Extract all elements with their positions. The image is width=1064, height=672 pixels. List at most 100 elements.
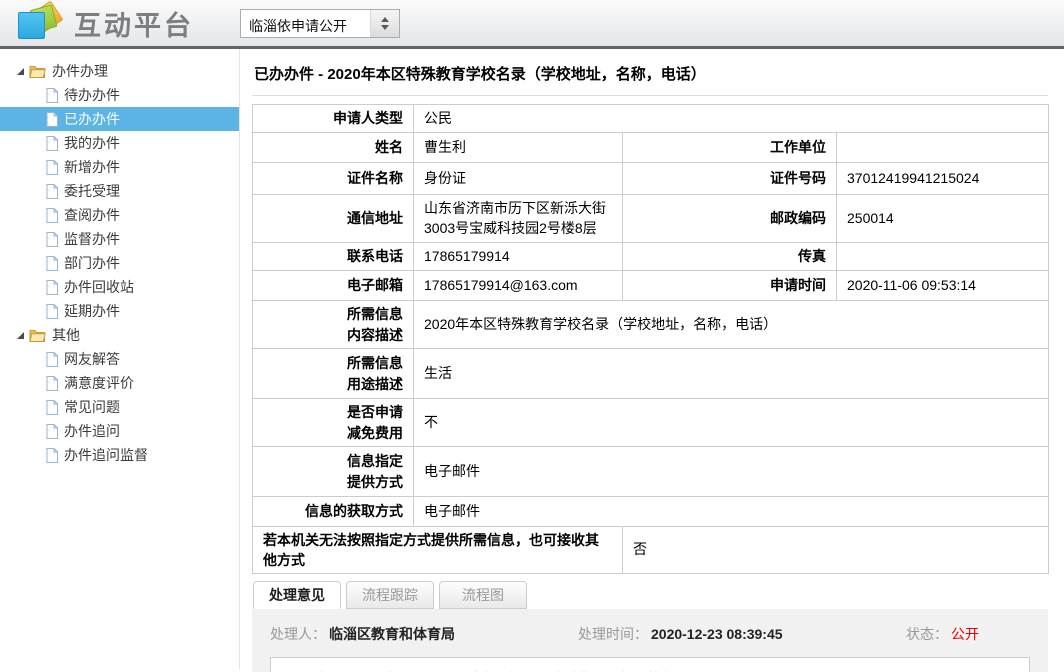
field-value: 身份证 [414,163,623,195]
field-value: 17865179914@163.com [414,271,623,301]
field-value: 否 [623,527,1049,574]
sidebar-folder-label: 办件办理 [52,61,108,81]
sidebar-item-label: 办件回收站 [64,277,134,297]
handling-meta-row: 处理人：临淄区教育和体育局 处理时间：2020-12-23 08:39:45 状… [270,624,1030,644]
sidebar-item-yanqi[interactable]: 延期办件 [0,299,239,323]
handler-group: 处理人：临淄区教育和体育局 [270,624,578,644]
sidebar-item-label: 部门办件 [64,253,120,273]
tab-handling-opinion[interactable]: 处理意见 [253,581,341,609]
field-label: 电子邮箱 [253,271,414,301]
status-group: 状态：公开 [906,624,1030,644]
request-detail-table: 申请人类型 公民 姓名 曹生利 工作单位 证件名称 身份证 证件号码 37012… [252,104,1049,574]
sidebar-item-wangyou[interactable]: 网友解答 [0,347,239,371]
field-value: 2020年本区特殊教育学校名录（学校地址，名称，电话） [414,301,1049,349]
sidebar-item-daiban[interactable]: 待办办件 [0,83,239,107]
sidebar-folder-label: 其他 [52,325,80,345]
field-value: 电子邮件 [414,447,1049,497]
sidebar-item-xinzeng[interactable]: 新增办件 [0,155,239,179]
field-label: 通信地址 [253,195,414,243]
field-label: 所需信息 内容描述 [253,301,414,349]
field-value: 37012419941215024 [837,163,1049,195]
sidebar-item-manyidu[interactable]: 满意度评价 [0,371,239,395]
sidebar-item-weituo[interactable]: 委托受理 [0,179,239,203]
sidebar-item-changjian[interactable]: 常见问题 [0,395,239,419]
channel-select-value: 临淄依申请公开 [241,10,370,37]
arrow-down-icon [381,25,389,30]
tab-flowchart[interactable]: 流程图 [439,581,527,609]
select-arrows-icon[interactable] [370,10,399,37]
handle-time-value: 2020-12-23 08:39:45 [651,626,783,642]
field-label: 证件名称 [253,163,414,195]
document-icon [46,448,58,463]
table-row: 姓名 曹生利 工作单位 [253,133,1049,163]
handler-value: 临淄区教育和体育局 [329,626,455,642]
sidebar-item-label: 委托受理 [64,181,120,201]
status-label: 状态： [906,626,948,642]
sidebar-tree: 办件办理 待办办件 已办办件 我的办件 新增办件 委托受理 查阅办件 监督办 [0,49,240,669]
document-icon [46,112,58,127]
sidebar-item-label: 查阅办件 [64,205,120,225]
table-row: 是否申请 减免费用 不 [253,399,1049,447]
sidebar-item-label: 待办办件 [64,85,120,105]
sidebar-item-huishouzhan[interactable]: 办件回收站 [0,275,239,299]
table-row: 联系电话 17865179914 传真 [253,243,1049,271]
table-row: 所需信息 内容描述 2020年本区特殊教育学校名录（学校地址，名称，电话） [253,301,1049,349]
field-value: 生活 [414,349,1049,399]
table-row: 信息指定 提供方式 电子邮件 [253,447,1049,497]
field-value: 曹生利 [414,133,623,163]
document-icon [46,160,58,175]
field-label: 信息的获取方式 [253,497,414,527]
table-row: 若本机关无法按照指定方式提供所需信息，也可接收其他方式 否 [253,527,1049,574]
field-value: 250014 [837,195,1049,243]
handle-time-group: 处理时间：2020-12-23 08:39:45 [578,624,906,644]
field-label: 工作单位 [623,133,837,163]
channel-select[interactable]: 临淄依申请公开 [240,9,400,38]
sidebar-item-label: 我的办件 [64,133,120,153]
document-icon [46,424,58,439]
folder-icon [29,328,46,342]
sidebar-item-label: 已办办件 [64,109,120,129]
sidebar-item-label: 满意度评价 [64,373,134,393]
field-label: 所需信息 用途描述 [253,349,414,399]
sidebar-item-jiandu[interactable]: 监督办件 [0,227,239,251]
sidebar-item-label: 办件追问监督 [64,445,148,465]
document-icon [46,208,58,223]
sidebar-item-wode[interactable]: 我的办件 [0,131,239,155]
field-label: 申请人类型 [253,105,414,133]
tab-process-tracking[interactable]: 流程跟踪 [346,581,434,609]
field-value: 17865179914 [414,243,623,271]
field-value: 公民 [414,105,1049,133]
document-icon [46,400,58,415]
table-row: 证件名称 身份证 证件号码 37012419941215024 [253,163,1049,195]
page-title: 已办办件 - 2020年本区特殊教育学校名录（学校地址，名称，电话） [252,55,1048,96]
sidebar-item-zhuiwen-jiandu[interactable]: 办件追问监督 [0,443,239,467]
folder-icon [29,64,46,78]
field-label: 申请时间 [623,271,837,301]
table-row: 所需信息 用途描述 生活 [253,349,1049,399]
field-label: 传真 [623,243,837,271]
app-title: 互动平台 [74,4,194,43]
main-content: 已办办件 - 2020年本区特殊教育学校名录（学校地址，名称，电话） 申请人类型… [240,49,1064,669]
sidebar-item-yiban-selected[interactable]: 已办办件 [0,107,239,131]
table-row: 信息的获取方式 电子邮件 [253,497,1049,527]
document-icon [46,232,58,247]
sidebar-item-label: 监督办件 [64,229,120,249]
sidebar-folder-banjianbanli[interactable]: 办件办理 [0,59,239,83]
document-icon [46,136,58,151]
table-row: 申请人类型 公民 [253,105,1049,133]
field-value: 电子邮件 [414,497,1049,527]
sidebar-item-bumen[interactable]: 部门办件 [0,251,239,275]
sidebar-item-label: 网友解答 [64,349,120,369]
sidebar-item-chayue[interactable]: 查阅办件 [0,203,239,227]
handle-time-label: 处理时间： [578,626,648,642]
field-value: 不 [414,399,1049,447]
tree-expanded-arrow-icon [17,68,24,75]
sidebar-item-zhuiwen[interactable]: 办件追问 [0,419,239,443]
sidebar-folder-qita[interactable]: 其他 [0,323,239,347]
handler-label: 处理人： [270,626,326,642]
field-label: 若本机关无法按照指定方式提供所需信息，也可接收其他方式 [253,527,623,574]
table-row: 通信地址 山东省济南市历下区新泺大街3003号宝威科技园2号楼8层 邮政编码 2… [253,195,1049,243]
status-badge: 公开 [951,626,979,642]
table-row: 电子邮箱 17865179914@163.com 申请时间 2020-11-06… [253,271,1049,301]
document-icon [46,352,58,367]
